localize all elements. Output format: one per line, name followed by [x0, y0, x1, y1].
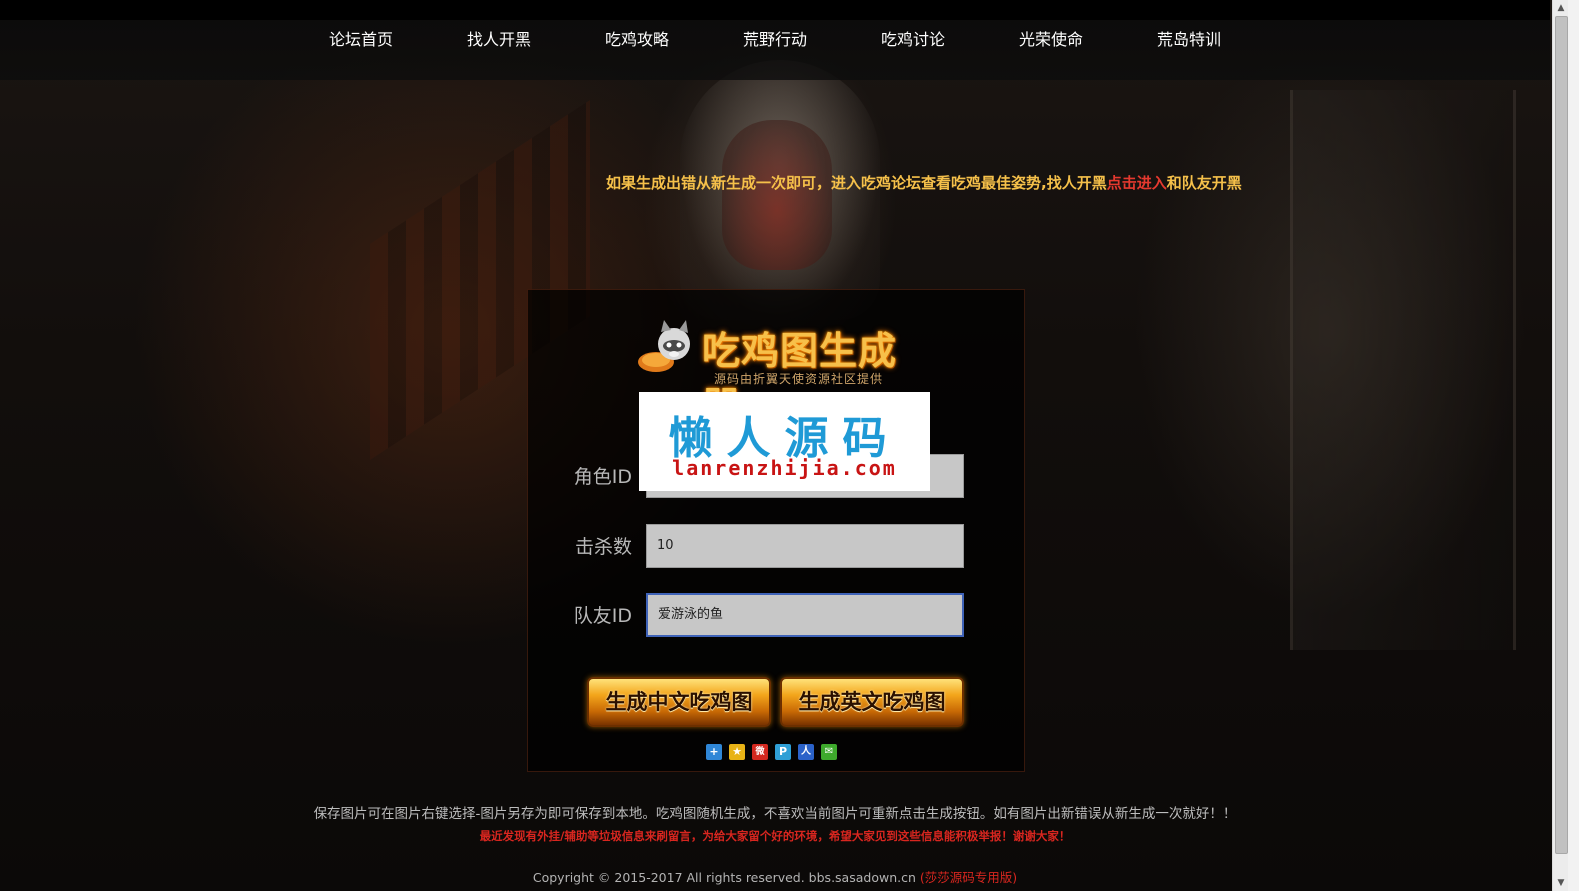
- role-id-label: 角色ID: [573, 466, 632, 488]
- vertical-scrollbar[interactable]: ▲ ▼: [1552, 0, 1569, 891]
- teammate-id-input[interactable]: 爱游泳的鱼: [646, 593, 964, 637]
- generate-chinese-button[interactable]: 生成中文吃鸡图: [587, 677, 771, 727]
- nav-item-knives-out[interactable]: 荒野行动: [706, 20, 844, 60]
- nav-item-island-training[interactable]: 荒岛特训: [1120, 20, 1258, 60]
- weibo-icon[interactable]: 微: [752, 744, 768, 760]
- footer-instructions: 保存图片可在图片右键选择-图片另存为即可保存到本地。吃鸡图随机生成，不喜欢当前图…: [313, 806, 1237, 822]
- renren-icon[interactable]: 人: [798, 744, 814, 760]
- copyright-note[interactable]: (莎莎源码专用版): [920, 870, 1017, 885]
- footer-warning: 最近发现有外挂/辅助等垃圾信息来刷留言，为给大家留个好的环境，希望大家见到这些信…: [479, 829, 1071, 843]
- watermark-overlay: 懒人源码 lanrenzhijia.com: [639, 392, 930, 491]
- top-navbar: 论坛首页 找人开黑 吃鸡攻略 荒野行动 吃鸡讨论 光荣使命 荒岛特训: [0, 0, 1550, 80]
- raccoon-mascot-icon: [638, 320, 690, 372]
- share-more-icon[interactable]: +: [706, 744, 722, 760]
- scrollbar-thumb[interactable]: [1555, 16, 1568, 854]
- teammate-id-label: 队友ID: [573, 605, 632, 627]
- footer-copyright: Copyright © 2015-2017 All rights reserve…: [0, 867, 1550, 886]
- nav-item-find-team[interactable]: 找人开黑: [430, 20, 568, 60]
- background-masked-face: [722, 120, 832, 270]
- kills-label: 击杀数: [574, 536, 632, 558]
- logo: 吃鸡图生成器 源码由折翼天使资源社区提供: [634, 316, 934, 428]
- nav-item-guides[interactable]: 吃鸡攻略: [568, 20, 706, 60]
- notice-marquee: 如果生成出错从新生成一次即可，进入吃鸡论坛查看吃鸡最佳姿势,找人开黑点击进入和队…: [606, 172, 1274, 193]
- nav-list: 论坛首页 找人开黑 吃鸡攻略 荒野行动 吃鸡讨论 光荣使命 荒岛特训: [292, 20, 1258, 60]
- notice-text-after: 和队友开黑: [1166, 174, 1242, 192]
- scroll-up-arrow-icon[interactable]: ▲: [1553, 0, 1569, 16]
- background-doorframe: [1290, 90, 1516, 650]
- kills-input[interactable]: 10: [646, 524, 964, 568]
- qzone-icon[interactable]: ★: [729, 744, 745, 760]
- window-edge: [1568, 0, 1579, 891]
- share-bar: + ★ 微 P 人 ✉: [706, 744, 837, 760]
- scroll-down-arrow-icon[interactable]: ▼: [1553, 875, 1569, 891]
- nav-item-forum-home[interactable]: 论坛首页: [292, 20, 430, 60]
- notice-link[interactable]: 点击进入: [1107, 174, 1167, 192]
- copyright-text: Copyright © 2015-2017 All rights reserve…: [532, 870, 916, 885]
- tencent-weibo-icon[interactable]: P: [775, 744, 791, 760]
- nav-item-glorious-mission[interactable]: 光荣使命: [982, 20, 1120, 60]
- notice-text: 如果生成出错从新生成一次即可，进入吃鸡论坛查看吃鸡最佳姿势,找人开黑: [606, 174, 1107, 192]
- watermark-url: lanrenzhijia.com: [672, 456, 897, 480]
- wechat-icon[interactable]: ✉: [821, 744, 837, 760]
- logo-subtitle: 源码由折翼天使资源社区提供: [714, 372, 884, 386]
- nav-item-discussion[interactable]: 吃鸡讨论: [844, 20, 982, 60]
- generate-english-button[interactable]: 生成英文吃鸡图: [780, 677, 964, 727]
